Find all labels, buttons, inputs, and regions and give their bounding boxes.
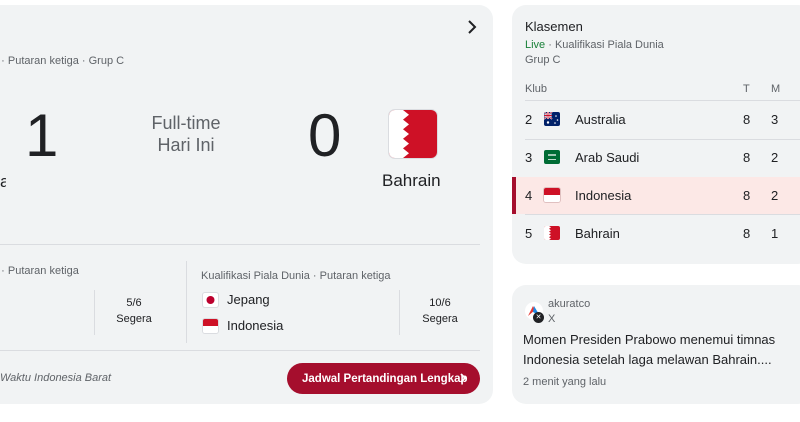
status-fulltime: Full-time — [151, 113, 221, 133]
standings-group: Grup C — [525, 54, 561, 66]
match-status: Full-time Hari Ini — [126, 112, 246, 156]
row-rank: 2 — [525, 112, 533, 127]
divider — [0, 244, 480, 245]
upcoming-2-date-value: 10/6 — [429, 297, 451, 309]
upcoming-1-date-value: 5/6 — [126, 297, 142, 309]
upcoming-2-date: 10/6 Segera — [410, 295, 470, 327]
standings-row-highlighted[interactable]: 4 Indonesia 8 2 — [512, 177, 800, 214]
news-headline[interactable]: Momen Presiden Prabowo menemui timnas In… — [523, 330, 783, 370]
full-schedule-button[interactable]: Jadwal Pertandingan Lengkap — [287, 363, 480, 394]
news-card[interactable]: ✕ akuratco X Momen Presiden Prabowo mene… — [512, 285, 800, 404]
home-team-name: a — [0, 172, 6, 191]
row-played: 8 — [743, 150, 751, 165]
status-date: Hari Ini — [157, 135, 215, 155]
standings-card[interactable]: Klasemen Live · Kualifikasi Piala Dunia … — [512, 5, 800, 264]
divider — [186, 261, 187, 343]
upcoming-2-team2: Indonesia — [227, 318, 284, 333]
news-platform: X — [548, 313, 556, 325]
column-header-won: M — [771, 83, 781, 95]
away-score: 0 — [308, 102, 342, 169]
upcoming-2-date-status: Segera — [422, 313, 458, 325]
match-competition: a · Putaran ketiga · Grup C — [0, 55, 125, 67]
japan-flag-icon — [203, 293, 218, 307]
row-won: 3 — [771, 112, 779, 127]
row-rank: 5 — [525, 226, 533, 241]
timezone-note: Waktu Indonesia Barat — [0, 372, 112, 384]
divider — [0, 350, 480, 351]
divider — [399, 290, 400, 335]
upcoming-1-date-status: Segera — [116, 313, 152, 325]
indonesia-flag-icon — [544, 188, 560, 202]
standings-subtitle: Live · Kualifikasi Piala Dunia — [525, 39, 664, 51]
highlight-bar — [512, 177, 516, 214]
standings-title: Klasemen — [525, 19, 583, 34]
row-rank: 3 — [525, 150, 533, 165]
row-played: 8 — [743, 226, 751, 241]
column-header-club: Klub — [525, 83, 548, 95]
bahrain-flag-icon — [544, 226, 560, 240]
upcoming-2-team1: Jepang — [227, 292, 270, 307]
chevron-right-icon[interactable] — [464, 19, 480, 35]
match-card[interactable]: a · Putaran ketiga · Grup C 1 Full-time … — [0, 5, 493, 404]
live-label: Live — [525, 39, 546, 51]
row-won: 2 — [771, 150, 779, 165]
bahrain-flag-large — [389, 110, 437, 158]
home-score: 1 — [25, 102, 59, 169]
row-played: 8 — [743, 112, 751, 127]
news-source: akuratco — [548, 298, 591, 310]
row-team: Bahrain — [575, 226, 620, 241]
row-rank: 4 — [525, 188, 533, 203]
upcoming-match-2[interactable]: Kualifikasi Piala Dunia · Putaran ketiga… — [190, 260, 480, 342]
indonesia-flag-icon — [203, 319, 218, 333]
australia-flag-icon — [544, 112, 560, 126]
standings-row[interactable]: 2 Australia 8 3 — [512, 101, 800, 138]
full-schedule-button-label: Jadwal Pertandingan Lengkap — [302, 372, 468, 385]
row-team: Indonesia — [575, 188, 632, 203]
standings-competition: · Kualifikasi Piala Dunia — [545, 39, 664, 51]
column-header-played: T — [743, 83, 750, 95]
standings-row[interactable]: 5 Bahrain 8 1 — [512, 215, 800, 252]
row-team: Australia — [575, 112, 626, 127]
row-team: Arab Saudi — [575, 150, 640, 165]
away-team-name: Bahrain — [382, 171, 441, 190]
chevron-right-icon — [460, 373, 467, 383]
divider — [94, 290, 95, 335]
row-played: 8 — [743, 188, 751, 203]
upcoming-1-competition: a · Putaran ketiga — [0, 265, 79, 277]
news-time: 2 menit yang lalu — [523, 376, 607, 388]
upcoming-match-1[interactable]: a · Putaran ketiga 5/6 Segera — [0, 260, 180, 342]
standings-row[interactable]: 3 Arab Saudi 8 2 — [512, 139, 800, 176]
saudi-arabia-flag-icon — [544, 150, 560, 164]
upcoming-1-date: 5/6 Segera — [104, 295, 164, 327]
x-logo-icon: ✕ — [533, 312, 544, 323]
row-won: 1 — [771, 226, 779, 241]
row-won: 2 — [771, 188, 779, 203]
upcoming-2-competition: Kualifikasi Piala Dunia · Putaran ketiga — [201, 270, 391, 282]
